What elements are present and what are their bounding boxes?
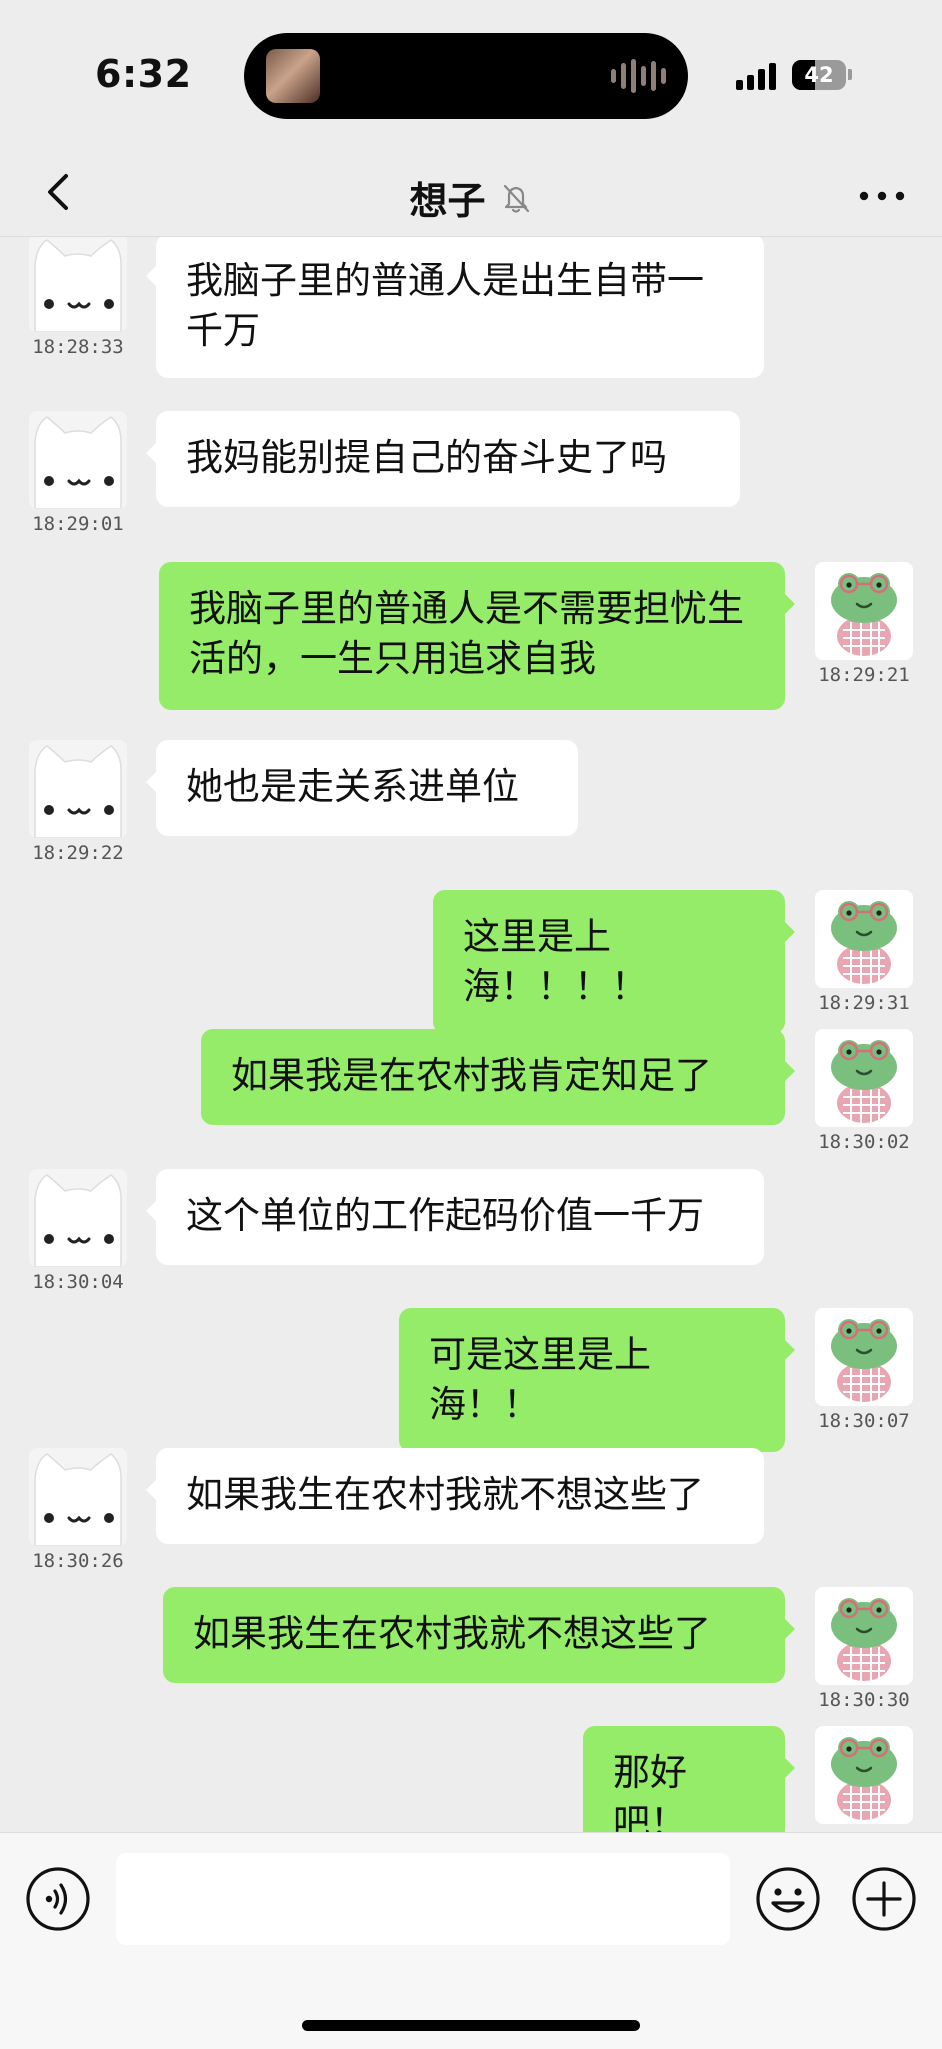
message-row: 18:29:21 我脑子里的普通人是不需要担忧生活的，一生只用追求自我 xyxy=(0,562,942,710)
more-functions-button[interactable] xyxy=(850,1865,918,1933)
sent-message-bubble[interactable]: 我脑子里的普通人是不需要担忧生活的，一生只用追求自我 xyxy=(159,562,795,710)
status-time: 6:32 xyxy=(95,52,192,96)
more-button[interactable] xyxy=(850,162,914,222)
sent-message-bubble[interactable]: 这里是上海！！！！ xyxy=(433,890,795,1034)
now-playing-thumbnail xyxy=(266,49,320,103)
cellular-signal-icon xyxy=(736,62,776,90)
contact-avatar[interactable] xyxy=(29,411,127,509)
message-timestamp: 18:30:04 xyxy=(32,1271,124,1293)
message-timestamp: 18:30:02 xyxy=(818,1131,910,1153)
input-bar xyxy=(0,1832,942,2049)
received-message-bubble[interactable]: 这个单位的工作起码价值一千万 xyxy=(146,1169,764,1265)
plus-circle-icon xyxy=(852,1867,916,1931)
my-avatar[interactable] xyxy=(815,1726,913,1824)
message-row: 18:30:30 如果我生在农村我就不想这些了 xyxy=(0,1587,942,1717)
message-row: 18:28:33 我脑子里的普通人是出生自带一千万 xyxy=(0,237,942,378)
sent-message-bubble[interactable]: 那好吧！ xyxy=(583,1726,795,1832)
message-timestamp: 18:28:33 xyxy=(32,336,124,358)
message-row: 18:30:07 可是这里是上海！！ xyxy=(0,1308,942,1452)
message-row: 18:29:31 这里是上海！！！！ xyxy=(0,890,942,1034)
message-timestamp: 18:30:07 xyxy=(818,1410,910,1432)
message-timestamp: 18:29:01 xyxy=(32,513,124,535)
message-timestamp: 18:30:26 xyxy=(32,1550,124,1572)
battery-level: 42 xyxy=(804,63,834,87)
contact-avatar[interactable] xyxy=(29,237,127,332)
contact-avatar[interactable] xyxy=(29,740,127,838)
sent-message-bubble[interactable]: 可是这里是上海！！ xyxy=(399,1308,795,1452)
my-avatar[interactable] xyxy=(815,890,913,988)
message-row: 那好吧！ xyxy=(0,1726,942,1832)
message-timestamp: 18:29:31 xyxy=(818,992,910,1014)
message-row: 18:30:02 如果我是在农村我肯定知足了 xyxy=(0,1029,942,1159)
sent-message-bubble[interactable]: 如果我生在农村我就不想这些了 xyxy=(163,1587,795,1683)
voice-button[interactable] xyxy=(24,1865,92,1933)
bell-off-icon xyxy=(503,184,529,213)
status-bar: 6:32 42 xyxy=(0,0,942,150)
my-avatar[interactable] xyxy=(815,1308,913,1406)
message-timestamp: 18:29:21 xyxy=(818,664,910,686)
audio-waveform-icon xyxy=(611,57,666,95)
my-avatar[interactable] xyxy=(815,562,913,660)
message-timestamp: 18:30:30 xyxy=(818,1689,910,1711)
message-row: 18:30:04 这个单位的工作起码价值一千万 xyxy=(0,1169,942,1299)
my-avatar[interactable] xyxy=(815,1029,913,1127)
message-timestamp: 18:29:22 xyxy=(32,842,124,864)
message-row: 18:29:01 我妈能别提自己的奋斗史了吗 xyxy=(0,411,942,541)
voice-icon xyxy=(26,1867,90,1931)
message-list[interactable]: 18:28:33 我脑子里的普通人是出生自带一千万 18:29:01 我妈能别提自己… xyxy=(0,237,942,1832)
home-indicator[interactable] xyxy=(302,2020,640,2031)
message-row: 18:30:26 如果我生在农村我就不想这些了 xyxy=(0,1448,942,1578)
received-message-bubble[interactable]: 我妈能别提自己的奋斗史了吗 xyxy=(146,411,740,507)
message-input[interactable] xyxy=(116,1853,730,1945)
sent-message-bubble[interactable]: 如果我是在农村我肯定知足了 xyxy=(201,1029,795,1125)
my-avatar[interactable] xyxy=(815,1587,913,1685)
chat-title: 想子 xyxy=(409,179,486,223)
received-message-bubble[interactable]: 我脑子里的普通人是出生自带一千万 xyxy=(146,237,764,378)
received-message-bubble[interactable]: 如果我生在农村我就不想这些了 xyxy=(146,1448,764,1544)
contact-avatar[interactable] xyxy=(29,1448,127,1546)
battery-icon: 42 xyxy=(792,60,846,90)
more-horizontal-icon xyxy=(859,191,905,201)
battery-tip xyxy=(848,69,852,80)
received-message-bubble[interactable]: 她也是走关系进单位 xyxy=(146,740,578,836)
contact-avatar[interactable] xyxy=(29,1169,127,1267)
chat-header: 想子 xyxy=(0,150,942,237)
dynamic-island[interactable] xyxy=(244,33,688,119)
emoji-icon xyxy=(756,1867,820,1931)
message-row: 18:29:22 她也是走关系进单位 xyxy=(0,740,942,870)
emoji-button[interactable] xyxy=(754,1865,822,1933)
